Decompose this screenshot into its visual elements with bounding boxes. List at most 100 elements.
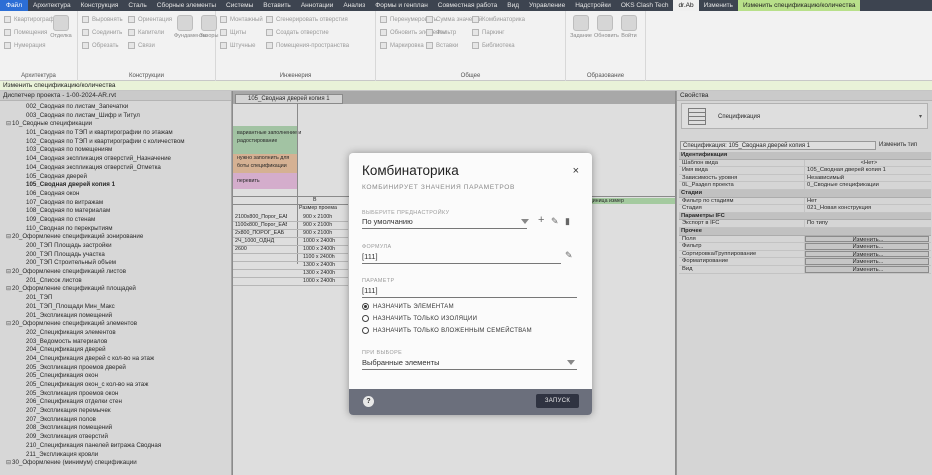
browser-item[interactable]: 203_Ведомость материалов <box>0 338 231 347</box>
browser-item[interactable]: 105_Сводная дверей копия 1 <box>0 181 231 190</box>
edit-icon[interactable]: ✎ <box>551 217 559 226</box>
browser-item[interactable]: 200_ТЭП Площадь участка <box>0 251 231 260</box>
ribbon-big-button[interactable]: Отделка <box>50 15 72 39</box>
browser-item[interactable]: 205_Экспликация проемов дверей <box>0 364 231 373</box>
ribbon-command[interactable]: Монтажный <box>220 16 263 23</box>
browser-item[interactable]: 200_ТЭП Площадь застройки <box>0 242 231 251</box>
browser-item[interactable]: 205_Экспликация проемов окон <box>0 390 231 399</box>
ribbon-command[interactable]: Паркинг <box>472 29 504 36</box>
browser-item[interactable]: 200_ТЭП Строительный объем <box>0 259 231 268</box>
browser-item[interactable]: 208_Экспликация помещений <box>0 424 231 433</box>
radio-assign-elements[interactable]: НАЗНАЧИТЬ ЭЛЕМЕНТАМ <box>362 303 454 310</box>
property-value[interactable]: Независимый <box>805 175 931 182</box>
property-value[interactable]: 0_Сводные спецификации <box>805 182 931 189</box>
browser-item[interactable]: 109_Сводная по стенам <box>0 216 231 225</box>
browser-item[interactable]: 107_Сводная по витражам <box>0 199 231 208</box>
ribbon-command[interactable]: Обрезать <box>82 42 118 49</box>
param-input[interactable]: [111] <box>362 286 378 295</box>
ribbon-big-button[interactable]: Войти <box>618 15 640 39</box>
close-icon[interactable]: × <box>573 165 579 177</box>
ribbon-command[interactable]: Маркировка <box>380 42 424 49</box>
ribbon-command[interactable]: Капители <box>128 29 164 36</box>
browser-item[interactable]: 207_Экспликация полов <box>0 416 231 425</box>
radio-assign-isolation[interactable]: НАЗНАЧИТЬ ТОЛЬКО ИЗОЛЯЦИИ <box>362 315 477 322</box>
radio-circle[interactable] <box>362 315 369 322</box>
view-tab[interactable]: 105_Сводная дверей копия 1 <box>235 94 343 104</box>
ribbon-tab[interactable]: Анализ <box>338 0 370 11</box>
ribbon-command[interactable]: Соединить <box>82 29 122 36</box>
property-value[interactable]: 105_Сводная дверей копия 1 <box>805 167 931 174</box>
ribbon-command[interactable]: Создать отверстие <box>266 29 329 36</box>
browser-item[interactable]: 101_Сводная по ТЭП и квартирографии по э… <box>0 129 231 138</box>
property-value[interactable]: <Нет> <box>805 160 931 167</box>
browser-item[interactable]: 201_ТЭП_Площади Мин_Макс <box>0 303 231 312</box>
edit-icon[interactable]: ✎ <box>565 251 573 260</box>
selection-select[interactable]: Выбранные элементы <box>362 358 439 367</box>
ribbon-tab[interactable]: Конструкция <box>76 0 124 11</box>
browser-item[interactable]: 202_Спецификация элементов <box>0 329 231 338</box>
browser-item[interactable]: 104_Сводная экспликация отверстий_Отметк… <box>0 164 231 173</box>
browser-item[interactable]: ⊟20_Оформление спецификаций площадей <box>0 285 231 294</box>
browser-item[interactable]: 108_Сводная по материалам <box>0 207 231 216</box>
ribbon-tab[interactable]: Файл <box>0 0 28 11</box>
ribbon-tab[interactable]: Сталь <box>123 0 151 11</box>
ribbon-tab[interactable]: Надстройки <box>570 0 616 11</box>
formula-input[interactable]: [111] <box>362 252 378 261</box>
browser-item[interactable]: 206_Спецификация отделки стен <box>0 398 231 407</box>
ribbon-tab[interactable]: Архитектура <box>28 0 76 11</box>
ribbon-command[interactable]: Штучные <box>220 42 255 49</box>
browser-item[interactable]: 106_Сводная окон <box>0 190 231 199</box>
ribbon-big-button[interactable]: Фундаменты <box>174 15 207 39</box>
browser-item[interactable]: 204_Спецификация дверей с кол-во на этаж <box>0 355 231 364</box>
browser-item[interactable]: ⊟20_Оформление спецификаций листов <box>0 268 231 277</box>
ribbon-command[interactable]: Нумерация <box>4 42 45 49</box>
edit-property-button[interactable]: Изменить... <box>805 250 929 258</box>
property-value[interactable]: Нет <box>805 198 931 205</box>
ribbon-tab[interactable]: Совместная работа <box>433 0 502 11</box>
browser-item[interactable]: 102_Сводная по ТЭП и квартирографии с ко… <box>0 138 231 147</box>
property-value[interactable]: По типу <box>805 220 931 227</box>
ribbon-tab[interactable]: Вид <box>502 0 524 11</box>
ribbon-tab[interactable]: Изменить спецификацию/количества <box>737 0 861 11</box>
browser-item[interactable]: 204_Спецификация дверей <box>0 346 231 355</box>
ribbon-big-button[interactable]: Задание <box>570 15 592 39</box>
ribbon-command[interactable]: Вставки <box>426 42 458 49</box>
browser-item[interactable]: 103_Сводная по помещениям <box>0 146 231 155</box>
browser-item[interactable]: 211_Экспликация кровли <box>0 451 231 460</box>
instance-selector[interactable]: Спецификация: 105_Сводная дверей копия 1 <box>680 141 876 150</box>
radio-circle[interactable] <box>362 303 369 310</box>
type-selector[interactable]: Спецификация ▾ <box>681 103 928 129</box>
ribbon-tab[interactable]: Аннотации <box>296 0 339 11</box>
ribbon-command[interactable]: Библиотека <box>472 42 515 49</box>
delete-icon[interactable]: ▮ <box>565 217 570 226</box>
ribbon-tab[interactable]: Сборные элементы <box>152 0 221 11</box>
ribbon-command[interactable]: Сгенерировать отверстия <box>266 16 348 23</box>
browser-item[interactable]: ⊟30_Оформление (минимум) спецификации <box>0 459 231 468</box>
edit-property-button[interactable]: Изменить... <box>805 265 929 273</box>
browser-item[interactable]: 201_Список листов <box>0 277 231 286</box>
ribbon-tab[interactable]: dr.Ab <box>673 0 699 11</box>
ribbon-tab[interactable]: OKS Сlash Tech <box>616 0 674 11</box>
edit-property-button[interactable]: Изменить... <box>805 243 929 250</box>
chevron-down-icon[interactable] <box>521 219 529 224</box>
browser-item[interactable]: ⊟20_Оформление спецификаций элементов <box>0 320 231 329</box>
property-section[interactable]: Идентификация <box>679 152 931 160</box>
property-value[interactable]: 021_Новая конструкция <box>805 205 931 212</box>
ribbon-tab[interactable]: Вставить <box>258 0 296 11</box>
browser-item[interactable]: 209_Экспликация отверстий <box>0 433 231 442</box>
property-section[interactable]: Параметры IFC <box>679 212 931 221</box>
browser-item[interactable]: 105_Сводная дверей <box>0 173 231 182</box>
edit-type-button[interactable]: Изменить тип <box>879 141 929 150</box>
browser-item[interactable]: 104_Сводная экспликация отверстий_Назнач… <box>0 155 231 164</box>
ribbon-tab[interactable]: Системы <box>221 0 258 11</box>
ribbon-command[interactable]: Выровнять <box>82 16 123 23</box>
browser-item[interactable]: 205_Спецификация окон_с кол-во на этаж <box>0 381 231 390</box>
ribbon-big-button[interactable]: Обновить <box>594 15 619 39</box>
ribbon-tab[interactable]: Изменить <box>699 0 738 11</box>
browser-item[interactable]: 110_Сводная по перекрытиям <box>0 225 231 234</box>
property-section[interactable]: Стадии <box>679 189 931 198</box>
browser-item[interactable]: 210_Спецификация панелей витража Сводная <box>0 442 231 451</box>
browser-item[interactable]: ⊟20_Оформление спецификаций зонирование <box>0 233 231 242</box>
radio-circle[interactable] <box>362 327 369 334</box>
run-button[interactable]: ЗАПУСК <box>536 394 579 408</box>
